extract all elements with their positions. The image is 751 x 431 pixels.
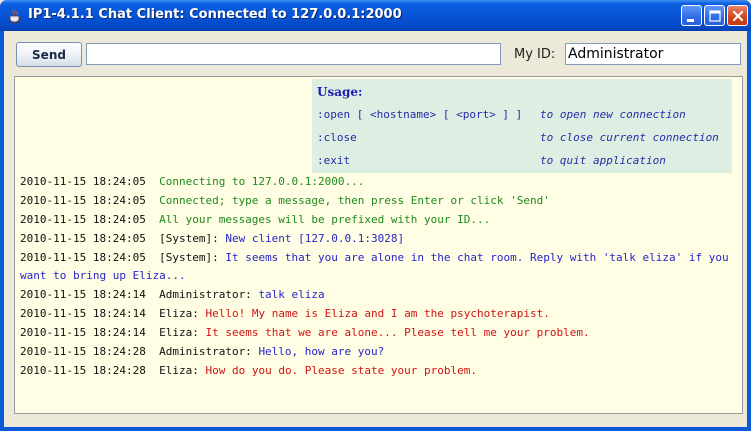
- log-sender: [System]:: [159, 231, 219, 245]
- maximize-button[interactable]: [704, 5, 725, 26]
- usage-description: to open new connection: [540, 108, 686, 121]
- usage-command: :close: [317, 131, 357, 144]
- log-sender: Administrator:: [159, 288, 252, 302]
- log-line: 2010-11-15 18:24:05 [System]: It seems t…: [20, 249, 740, 287]
- log-timestamp: 2010-11-15 18:24:05: [20, 193, 146, 207]
- log-line: 2010-11-15 18:24:28 Eliza: How do you do…: [20, 362, 740, 381]
- log-sender: [System]:: [159, 250, 219, 264]
- log-timestamp: 2010-11-15 18:24:14: [20, 307, 146, 321]
- log-timestamp: 2010-11-15 18:24:05: [20, 175, 146, 188]
- log-line: 2010-11-15 18:24:14 Eliza: It seems that…: [20, 324, 740, 343]
- log-line: 2010-11-15 18:24:05 All your messages wi…: [20, 211, 740, 230]
- app-window: IP1-4.1.1 Chat Client: Connected to 127.…: [0, 0, 751, 431]
- log-timestamp: 2010-11-15 18:24:14: [20, 326, 146, 340]
- log-text: New client [127.0.0.1:3028]: [225, 231, 405, 245]
- log-text: talk eliza: [258, 288, 325, 302]
- usage-row: :close to close current connection: [312, 131, 732, 151]
- client-area: Send My ID: Usage: :open [ <hostname> [ …: [4, 31, 747, 427]
- log-text: It seems that we are alone... Please tel…: [205, 326, 590, 340]
- log-line: 2010-11-15 18:24:14 Eliza: Hello! My nam…: [20, 305, 740, 324]
- usage-panel: Usage: :open [ <hostname> [ <port> ] ] t…: [312, 79, 732, 173]
- usage-description: to quit application: [540, 154, 666, 167]
- log-line: 2010-11-15 18:24:05 [System]: New client…: [20, 230, 740, 249]
- java-cup-icon: [7, 8, 23, 24]
- log-line: 2010-11-15 18:24:05 Connecting to 127.0.…: [20, 173, 740, 192]
- message-log: 2010-11-15 18:24:05 Connecting to 127.0.…: [20, 173, 740, 381]
- my-id-label: My ID:: [514, 47, 556, 62]
- usage-command: :open [ <hostname> [ <port> ] ]: [317, 108, 523, 121]
- my-id-field[interactable]: [565, 43, 741, 65]
- usage-description: to close current connection: [540, 131, 719, 144]
- log-line: 2010-11-15 18:24:05 Connected; type a me…: [20, 192, 740, 211]
- usage-row: :open [ <hostname> [ <port> ] ] to open …: [312, 108, 732, 128]
- usage-row: :exit to quit application: [312, 154, 732, 174]
- chat-transcript[interactable]: Usage: :open [ <hostname> [ <port> ] ] t…: [14, 76, 743, 414]
- log-line: 2010-11-15 18:24:14 Administrator: talk …: [20, 286, 740, 305]
- message-input[interactable]: [86, 43, 501, 65]
- log-timestamp: 2010-11-15 18:24:28: [20, 345, 146, 359]
- log-text: Connected; type a message, then press En…: [159, 193, 550, 207]
- log-timestamp: 2010-11-15 18:24:14: [20, 288, 146, 302]
- log-sender: Eliza:: [159, 326, 199, 340]
- log-text: All your messages will be prefixed with …: [159, 212, 491, 226]
- log-timestamp: 2010-11-15 18:24:05: [20, 250, 146, 264]
- log-timestamp: 2010-11-15 18:24:28: [20, 363, 146, 377]
- log-timestamp: 2010-11-15 18:24:05: [20, 231, 146, 245]
- usage-command: :exit: [317, 154, 351, 167]
- log-sender: Eliza:: [159, 363, 199, 377]
- usage-title: Usage:: [317, 85, 363, 99]
- minimize-button[interactable]: [681, 5, 702, 26]
- log-timestamp: 2010-11-15 18:24:05: [20, 212, 146, 226]
- log-text: Hello! My name is Eliza and I am the psy…: [205, 307, 550, 321]
- log-line: 2010-11-15 18:24:28 Administrator: Hello…: [20, 343, 740, 362]
- title-bar[interactable]: IP1-4.1.1 Chat Client: Connected to 127.…: [0, 0, 751, 31]
- log-text: Connecting to 127.0.0.1:2000...: [159, 175, 365, 188]
- send-button[interactable]: Send: [16, 42, 82, 67]
- close-button[interactable]: [727, 5, 748, 26]
- log-sender: Eliza:: [159, 307, 199, 321]
- window-title: IP1-4.1.1 Chat Client: Connected to 127.…: [28, 7, 402, 22]
- log-text: How do you do. Please state your problem…: [205, 363, 477, 377]
- log-sender: Administrator:: [159, 345, 252, 359]
- log-text: Hello, how are you?: [258, 345, 385, 359]
